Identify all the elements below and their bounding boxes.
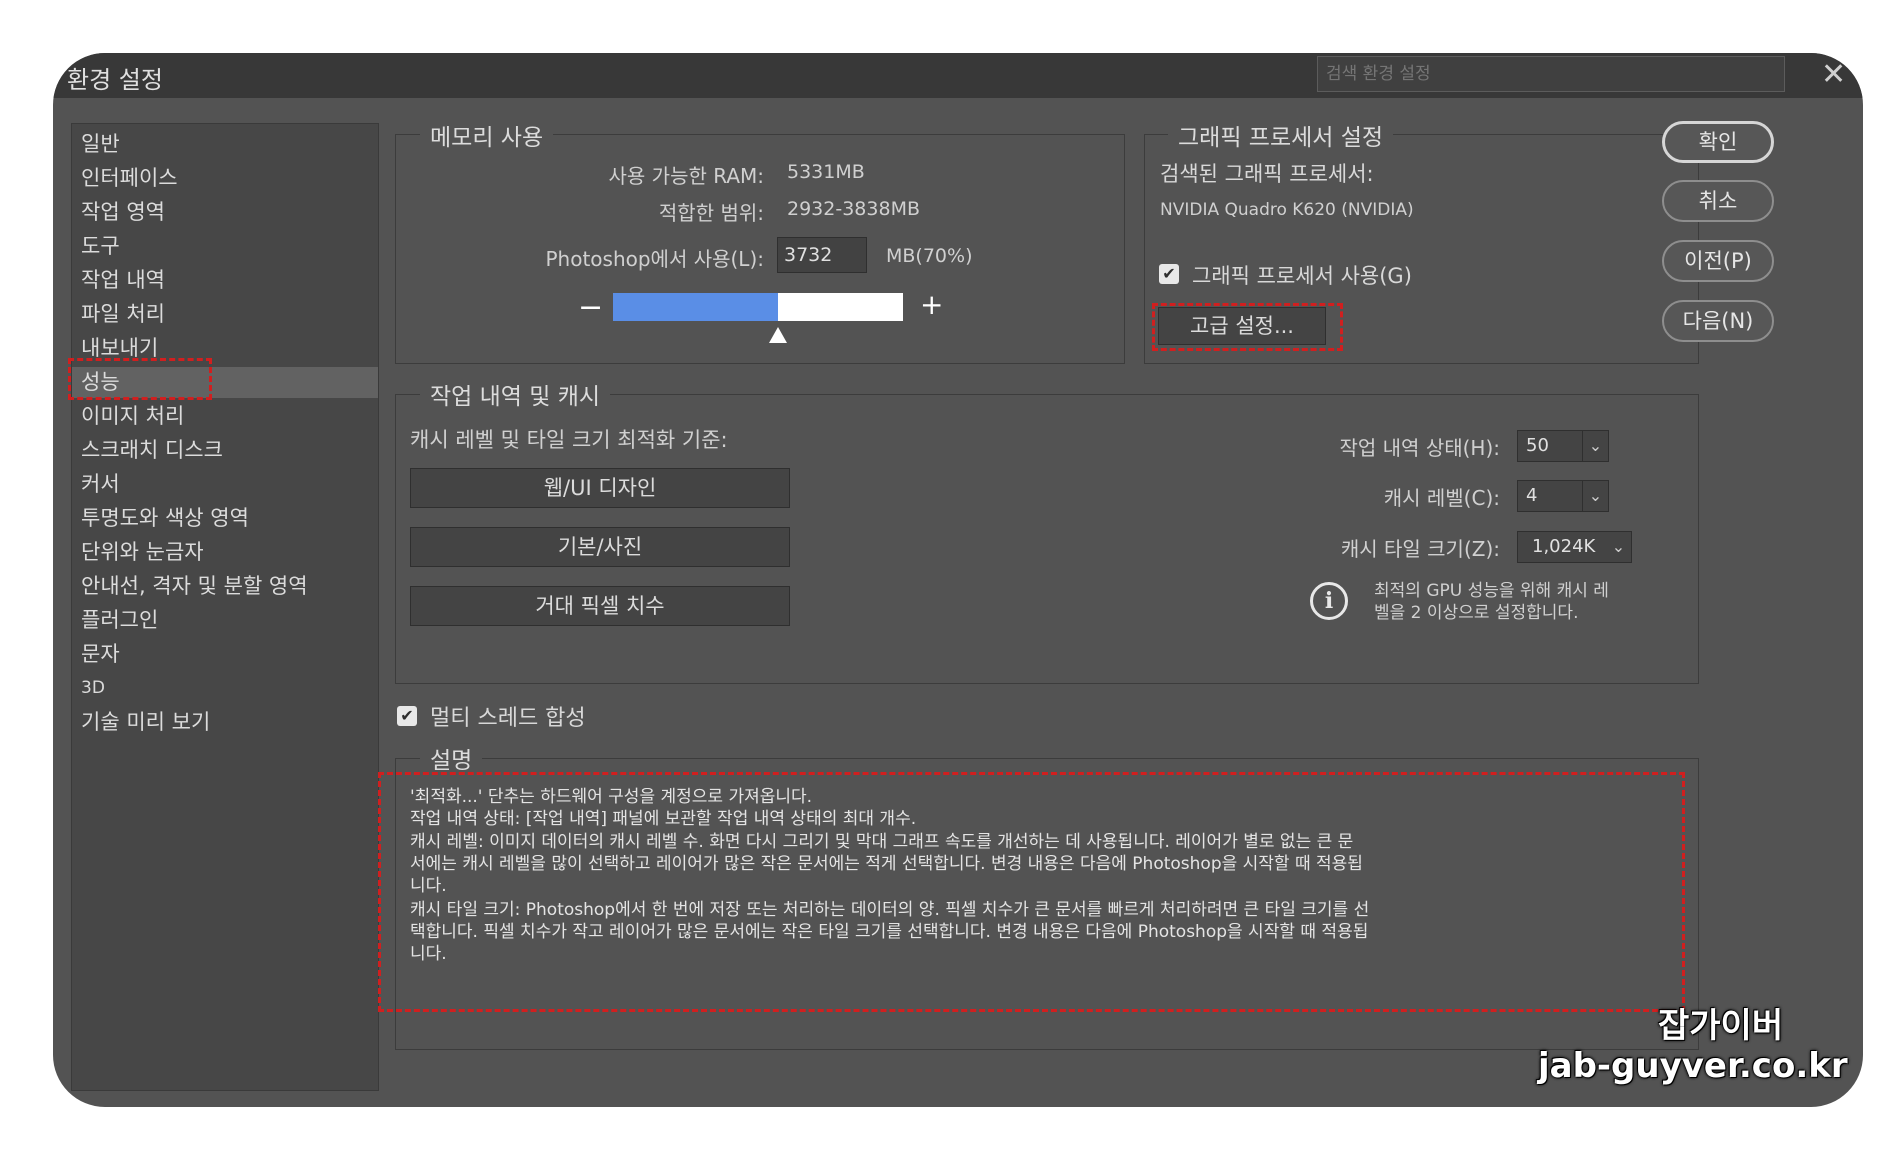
sidebar-item-general[interactable]: 일반	[72, 129, 378, 160]
chevron-down-icon[interactable]: ⌄	[1606, 532, 1631, 562]
cancel-button[interactable]: 취소	[1662, 180, 1774, 222]
photoshop-use-label: Photoshop에서 사용(L):	[545, 247, 764, 271]
sidebar-item-units-rulers[interactable]: 단위와 눈금자	[72, 537, 378, 568]
watermark-url: jab-guyver.co.kr	[1538, 1046, 1848, 1086]
memory-slider-thumb[interactable]	[769, 327, 787, 343]
highlight-performance	[68, 358, 212, 400]
sidebar-item-technology-previews[interactable]: 기술 미리 보기	[72, 707, 378, 738]
ideal-range-value: 2932-3838MB	[787, 198, 920, 220]
available-ram-value: 5331MB	[787, 161, 865, 183]
sidebar-item-file-handling[interactable]: 파일 처리	[72, 299, 378, 330]
sidebar-item-scratch-disks[interactable]: 스크래치 디스크	[72, 435, 378, 466]
watermark-name: 잡가이버	[1658, 1006, 1784, 1046]
sidebar-item-3d[interactable]: 3D	[72, 673, 378, 704]
description-legend: 설명	[420, 741, 483, 775]
memory-usage-legend: 메모리 사용	[420, 118, 554, 152]
info-icon: i	[1310, 582, 1348, 620]
cache-levels-value: 4	[1526, 485, 1538, 506]
use-gpu-checkbox[interactable]: ✔	[1159, 264, 1179, 284]
memory-use-suffix: MB(70%)	[886, 245, 973, 267]
close-icon[interactable]: ✕	[1821, 57, 1846, 92]
next-button[interactable]: 다음(N)	[1662, 300, 1774, 342]
available-ram-label: 사용 가능한 RAM:	[608, 164, 764, 188]
ideal-range-label: 적합한 범위:	[658, 201, 764, 225]
cache-tile-size-label: 캐시 타일 크기(Z):	[1340, 537, 1500, 561]
sidebar-item-tools[interactable]: 도구	[72, 231, 378, 262]
cache-levels-combo[interactable]: 4 ⌄	[1517, 480, 1609, 512]
sidebar-item-image-processing[interactable]: 이미지 처리	[72, 401, 378, 432]
previous-button[interactable]: 이전(P)	[1662, 240, 1774, 282]
chevron-down-icon[interactable]: ⌄	[1582, 481, 1608, 511]
detected-gpu-label: 검색된 그래픽 프로세서:	[1160, 162, 1374, 186]
default-photos-button[interactable]: 기본/사진	[410, 527, 790, 567]
web-ui-design-button[interactable]: 웹/UI 디자인	[410, 468, 790, 508]
sidebar-item-interface[interactable]: 인터페이스	[72, 163, 378, 194]
use-gpu-label[interactable]: 그래픽 프로세서 사용(G)	[1192, 260, 1412, 290]
cache-tile-size-combo[interactable]: 1,024K ⌄	[1517, 531, 1632, 563]
sidebar-item-cursors[interactable]: 커서	[72, 469, 378, 500]
search-preferences-input[interactable]	[1317, 56, 1785, 92]
history-states-label: 작업 내역 상태(H):	[1339, 436, 1501, 460]
sidebar: 일반 인터페이스 작업 영역 도구 작업 내역 파일 처리 내보내기 성능 이미…	[71, 123, 379, 1091]
dialog-title: 환경 설정	[67, 66, 163, 94]
memory-decrease-icon[interactable]: −	[578, 290, 603, 325]
optimize-cache-label: 캐시 레벨 및 타일 크기 최적화 기준:	[410, 428, 728, 452]
sidebar-item-transparency-gamut[interactable]: 투명도와 색상 영역	[72, 503, 378, 534]
highlight-description	[378, 772, 1685, 1012]
ok-button[interactable]: 확인	[1662, 121, 1774, 163]
memory-slider-track[interactable]	[613, 293, 903, 321]
title-bar: 환경 설정 ✕	[53, 53, 1863, 98]
cache-tile-size-value: 1,024K	[1532, 536, 1596, 557]
huge-pixel-dimensions-button[interactable]: 거대 픽셀 치수	[410, 586, 790, 626]
memory-slider-fill	[613, 293, 778, 321]
history-cache-legend: 작업 내역 및 캐시	[420, 377, 611, 411]
memory-increase-icon[interactable]: +	[920, 288, 943, 321]
sidebar-item-history-log[interactable]: 작업 내역	[72, 265, 378, 296]
sidebar-item-type[interactable]: 문자	[72, 639, 378, 670]
multithreaded-compositing-label[interactable]: 멀티 스레드 합성	[430, 700, 586, 732]
memory-use-input[interactable]	[777, 237, 867, 273]
history-states-value: 50	[1526, 435, 1549, 456]
sidebar-item-guides-grid-slices[interactable]: 안내선, 격자 및 분할 영역	[72, 571, 378, 602]
sidebar-item-workspace[interactable]: 작업 영역	[72, 197, 378, 228]
cache-levels-label: 캐시 레벨(C):	[1383, 486, 1500, 510]
gpu-cache-info-line2: 벨을 2 이상으로 설정합니다.	[1374, 603, 1579, 623]
sidebar-item-plugins[interactable]: 플러그인	[72, 605, 378, 636]
multithreaded-compositing-checkbox[interactable]: ✔	[397, 706, 417, 726]
highlight-advanced-settings	[1152, 303, 1343, 351]
detected-gpu-value: NVIDIA Quadro K620 (NVIDIA)	[1160, 200, 1414, 220]
history-states-combo[interactable]: 50 ⌄	[1517, 430, 1609, 462]
gpu-settings-legend: 그래픽 프로세서 설정	[1168, 118, 1394, 152]
chevron-down-icon[interactable]: ⌄	[1582, 431, 1608, 461]
